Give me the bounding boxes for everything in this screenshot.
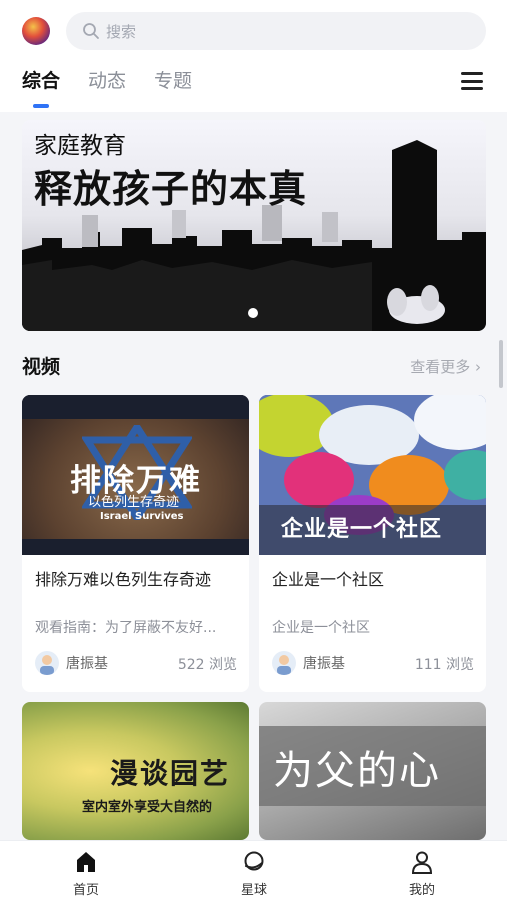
nav-label: 首页	[72, 883, 99, 898]
planet-icon	[241, 849, 267, 875]
thumbnail-subtitle-en: Israel Survives	[100, 511, 184, 522]
nav-me[interactable]: 我的	[392, 849, 452, 898]
see-more-link[interactable]: 查看更多 ›	[410, 356, 481, 377]
video-thumbnail[interactable]: 漫谈园艺 室内室外享受大自然的	[22, 702, 249, 840]
video-card[interactable]: 为父的心	[259, 702, 486, 840]
tab-overview[interactable]: 综合	[22, 66, 60, 102]
card-title[interactable]: 排除万难以色列生存奇迹	[35, 566, 211, 590]
banner-carousel[interactable]: 家庭教育 释放孩子的本真	[22, 120, 486, 331]
menu-icon[interactable]	[461, 72, 483, 90]
nav-label: 星球	[240, 883, 267, 898]
author-name: 唐振基	[303, 656, 345, 672]
search-icon	[82, 22, 100, 40]
video-card[interactable]: 企业是一个社区 企业是一个社区 企业是一个社区 唐振基 111 浏览	[259, 395, 486, 692]
nav-planet[interactable]: 星球	[224, 849, 284, 898]
video-thumbnail[interactable]: 企业是一个社区	[259, 395, 486, 555]
nav-label: 我的	[408, 883, 435, 898]
card-description: 观看指南：为了屏蔽不友好...	[35, 620, 217, 636]
top-header: 搜索 综合 动态 专题	[0, 0, 507, 112]
banner-title: 释放孩子的本真	[34, 167, 308, 211]
nav-home[interactable]: 首页	[56, 849, 116, 898]
thumbnail-title: 企业是一个社区	[281, 517, 443, 542]
thumbnail-title: 为父的心	[273, 748, 441, 794]
user-icon	[409, 849, 435, 875]
author-avatar	[272, 651, 296, 675]
video-thumbnail[interactable]: 为父的心	[259, 702, 486, 840]
tab-feed[interactable]: 动态	[88, 66, 126, 102]
banner-kicker: 家庭教育	[34, 133, 126, 159]
search-bar[interactable]: 搜索	[66, 12, 486, 50]
view-count: 111 浏览	[414, 657, 474, 673]
thumbnail-subtitle: 以色列生存奇迹	[88, 495, 180, 510]
card-description: 企业是一个社区	[272, 620, 370, 636]
bottom-nav: 首页 星球 我的	[0, 840, 507, 900]
thumbnail-subtitle: 室内室外享受大自然的	[82, 800, 213, 815]
tab-topics[interactable]: 专题	[154, 66, 192, 102]
thumbnail-title: 漫谈园艺	[110, 757, 231, 790]
search-input[interactable]: 搜索	[106, 21, 136, 42]
author-avatar	[35, 651, 59, 675]
card-title[interactable]: 企业是一个社区	[272, 566, 384, 590]
video-thumbnail[interactable]: 排除万难 以色列生存奇迹 Israel Survives	[22, 395, 249, 555]
avatar[interactable]	[22, 17, 50, 45]
video-card[interactable]: 漫谈园艺 室内室外享受大自然的	[22, 702, 249, 840]
author-name: 唐振基	[66, 656, 108, 672]
card-author[interactable]: 唐振基	[272, 651, 345, 675]
card-author[interactable]: 唐振基	[35, 651, 108, 675]
scrollbar[interactable]	[499, 340, 503, 388]
view-count: 522 浏览	[177, 657, 237, 673]
section-title: 视频	[22, 356, 61, 378]
video-card[interactable]: 排除万难 以色列生存奇迹 Israel Survives 排除万难以色列生存奇迹…	[22, 395, 249, 692]
carousel-indicator[interactable]	[248, 308, 258, 318]
tab-bar: 综合 动态 专题	[22, 66, 192, 102]
home-icon	[73, 849, 99, 875]
